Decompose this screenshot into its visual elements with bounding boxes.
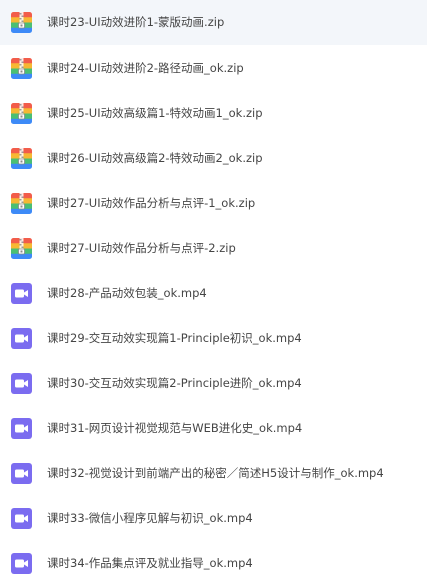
zip-archive-icon	[11, 238, 32, 259]
file-name: 课时32-视觉设计到前端产出的秘密／简述H5设计与制作_ok.mp4	[47, 466, 384, 480]
file-row[interactable]: 课时31-网页设计视觉规范与WEB进化史_ok.mp4	[0, 406, 427, 451]
video-file-icon	[11, 553, 32, 574]
file-name: 课时24-UI动效进阶2-路径动画_ok.zip	[47, 61, 244, 75]
file-name: 课时23-UI动效进阶1-蒙版动画.zip	[47, 15, 225, 29]
file-row[interactable]: 课时30-交互动效实现篇2-Principle进阶_ok.mp4	[0, 361, 427, 406]
video-file-icon	[11, 508, 32, 529]
file-name: 课时27-UI动效作品分析与点评-2.zip	[47, 241, 236, 255]
file-name: 课时26-UI动效高级篇2-特效动画2_ok.zip	[47, 151, 263, 165]
file-row[interactable]: 课时25-UI动效高级篇1-特效动画1_ok.zip	[0, 91, 427, 136]
file-row[interactable]: 课时23-UI动效进阶1-蒙版动画.zip	[0, 0, 427, 45]
video-file-icon	[11, 418, 32, 439]
file-name: 课时33-微信小程序见解与初识_ok.mp4	[47, 511, 253, 525]
zip-archive-icon	[11, 193, 32, 214]
video-file-icon	[11, 373, 32, 394]
file-row[interactable]: 课时34-作品集点评及就业指导_ok.mp4	[0, 541, 427, 586]
file-name: 课时27-UI动效作品分析与点评-1_ok.zip	[47, 196, 256, 210]
video-file-icon	[11, 463, 32, 484]
file-name: 课时29-交互动效实现篇1-Principle初识_ok.mp4	[47, 331, 302, 345]
zip-archive-icon	[11, 58, 32, 79]
file-name: 课时31-网页设计视觉规范与WEB进化史_ok.mp4	[47, 421, 303, 435]
file-row[interactable]: 课时33-微信小程序见解与初识_ok.mp4	[0, 496, 427, 541]
file-name: 课时25-UI动效高级篇1-特效动画1_ok.zip	[47, 106, 263, 120]
file-name: 课时30-交互动效实现篇2-Principle进阶_ok.mp4	[47, 376, 302, 390]
file-name: 课时28-产品动效包装_ok.mp4	[47, 286, 207, 300]
video-file-icon	[11, 328, 32, 349]
file-row[interactable]: 课时32-视觉设计到前端产出的秘密／简述H5设计与制作_ok.mp4	[0, 451, 427, 496]
video-file-icon	[11, 283, 32, 304]
file-row[interactable]: 课时24-UI动效进阶2-路径动画_ok.zip	[0, 46, 427, 91]
file-name: 课时34-作品集点评及就业指导_ok.mp4	[47, 556, 253, 570]
file-row[interactable]: 课时27-UI动效作品分析与点评-1_ok.zip	[0, 181, 427, 226]
file-list: 课时23-UI动效进阶1-蒙版动画.zip 课时24-UI动效进阶2-路径动画_o…	[0, 0, 427, 574]
zip-archive-icon	[11, 148, 32, 169]
file-row[interactable]: 课时26-UI动效高级篇2-特效动画2_ok.zip	[0, 136, 427, 181]
file-row[interactable]: 课时29-交互动效实现篇1-Principle初识_ok.mp4	[0, 316, 427, 361]
zip-archive-icon	[11, 103, 32, 124]
zip-archive-icon	[11, 12, 32, 33]
file-row[interactable]: 课时28-产品动效包装_ok.mp4	[0, 271, 427, 316]
file-row[interactable]: 课时27-UI动效作品分析与点评-2.zip	[0, 226, 427, 271]
